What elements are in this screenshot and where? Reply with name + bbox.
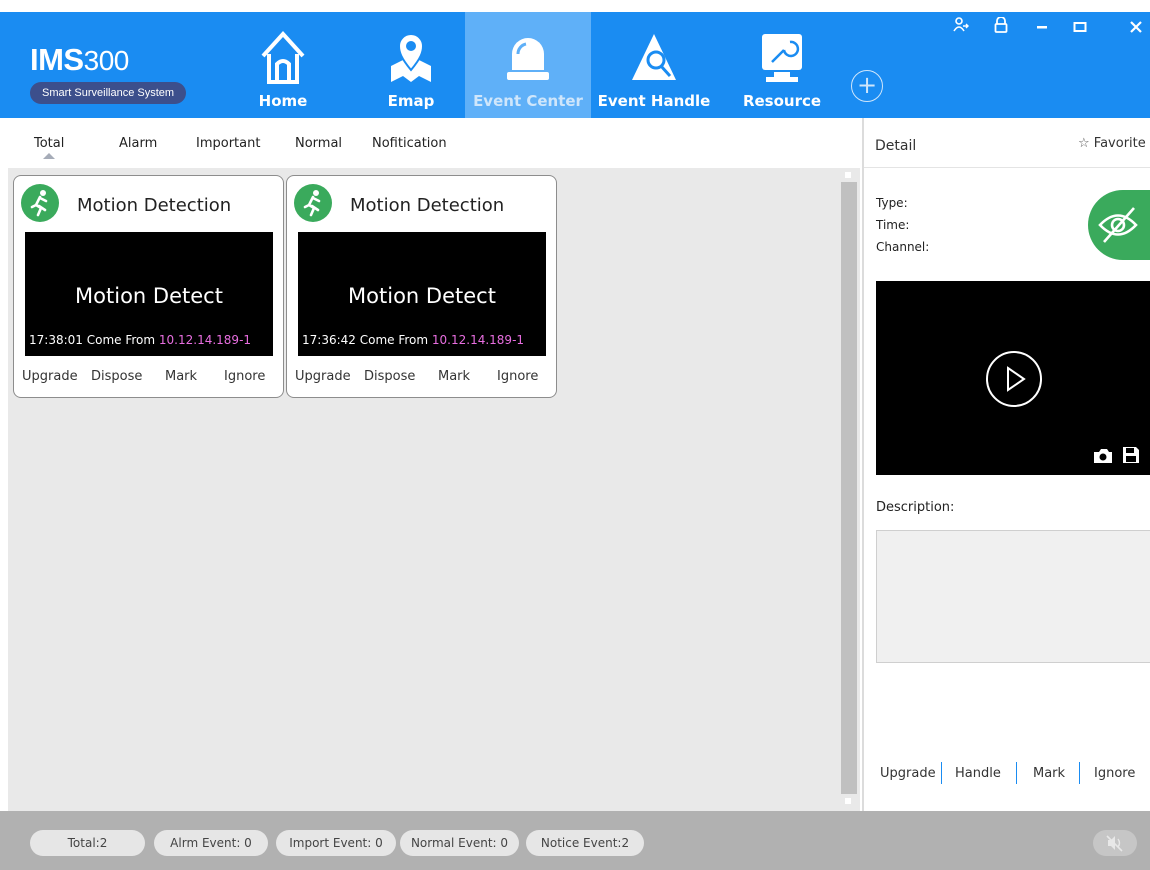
nav-emap[interactable]: Emap bbox=[366, 12, 456, 118]
detail-mark-button[interactable]: Mark bbox=[1033, 766, 1065, 781]
play-icon[interactable] bbox=[984, 349, 1044, 409]
channel-label: Channel: bbox=[876, 240, 930, 254]
detail-title: Detail bbox=[875, 138, 917, 154]
ignore-button[interactable]: Ignore bbox=[497, 369, 538, 384]
snapshot-caption: Motion Detect bbox=[348, 284, 496, 308]
mute-speaker-icon[interactable] bbox=[1093, 830, 1137, 856]
logo-subtitle: Smart Surveillance System bbox=[30, 82, 187, 104]
nav-emap-label: Emap bbox=[387, 92, 435, 110]
scroll-down-arrow[interactable] bbox=[845, 798, 851, 804]
snapshot-footer: 17:38:01 Come From 10.12.14.189-1 bbox=[29, 333, 251, 347]
action-separator bbox=[1079, 762, 1080, 784]
map-icon bbox=[391, 33, 431, 82]
favorite-label: Favorite bbox=[1093, 136, 1146, 151]
nav-home[interactable]: Home bbox=[238, 12, 328, 118]
dispose-button[interactable]: Dispose bbox=[364, 369, 415, 384]
detail-panel: Detail ☆ Favorite Type: Time: Channel: D… bbox=[862, 118, 1150, 811]
type-label: Type: bbox=[876, 196, 908, 210]
event-card[interactable]: Motion Detection Motion Detect 17:38:01 … bbox=[13, 175, 284, 398]
video-player[interactable] bbox=[876, 281, 1150, 475]
nav-resource-label: Resource bbox=[742, 92, 822, 110]
notice-count-badge: Notice Event:2 bbox=[526, 830, 644, 856]
detail-ignore-button[interactable]: Ignore bbox=[1094, 766, 1135, 781]
ignore-button[interactable]: Ignore bbox=[224, 369, 265, 384]
event-time: 17:38:01 bbox=[29, 333, 83, 347]
app-logo: IMS300 Smart Surveillance System bbox=[30, 42, 202, 104]
event-title: Motion Detection bbox=[77, 195, 232, 216]
tab-normal[interactable]: Normal bbox=[295, 136, 342, 151]
minimize-icon[interactable] bbox=[1030, 16, 1054, 40]
camera-icon[interactable] bbox=[1092, 447, 1114, 465]
snapshot-footer: 17:36:42 Come From 10.12.14.189-1 bbox=[302, 333, 524, 347]
come-from-label: Come From bbox=[359, 333, 429, 347]
maximize-icon[interactable] bbox=[1068, 16, 1092, 40]
total-count-badge: Total:2 bbox=[30, 830, 145, 856]
favorite-button[interactable]: ☆ Favorite bbox=[1078, 136, 1146, 151]
save-icon[interactable] bbox=[1122, 446, 1140, 464]
detail-upgrade-button[interactable]: Upgrade bbox=[880, 766, 936, 781]
action-separator bbox=[941, 762, 942, 784]
event-filter-tabs: Total Alarm Important Normal Nofiticatio… bbox=[0, 118, 862, 168]
alarm-bell-icon bbox=[507, 38, 549, 80]
logo-title-text: IMS bbox=[30, 42, 84, 77]
eye-slash-icon[interactable] bbox=[1088, 190, 1150, 260]
event-card[interactable]: Motion Detection Motion Detect 17:36:42 … bbox=[286, 175, 557, 398]
event-snapshot[interactable]: Motion Detect 17:36:42 Come From 10.12.1… bbox=[298, 232, 546, 356]
event-snapshot[interactable]: Motion Detect 17:38:01 Come From 10.12.1… bbox=[25, 232, 273, 356]
tab-total[interactable]: Total bbox=[34, 136, 64, 151]
snapshot-caption: Motion Detect bbox=[75, 284, 223, 308]
come-from-label: Come From bbox=[86, 333, 156, 347]
upgrade-button[interactable]: Upgrade bbox=[295, 369, 351, 384]
action-separator bbox=[1016, 762, 1017, 784]
mark-button[interactable]: Mark bbox=[438, 369, 470, 384]
time-label: Time: bbox=[876, 218, 910, 232]
logo-title-number: 300 bbox=[83, 45, 130, 76]
selected-tab-caret bbox=[43, 153, 55, 159]
description-field[interactable] bbox=[876, 530, 1150, 663]
app-window: IMS300 Smart Surveillance System Home Em… bbox=[0, 0, 1150, 870]
detail-header: Detail ☆ Favorite bbox=[864, 118, 1150, 168]
description-label: Description: bbox=[876, 500, 955, 515]
tab-alarm[interactable]: Alarm bbox=[119, 136, 157, 151]
mark-button[interactable]: Mark bbox=[165, 369, 197, 384]
nav-resource[interactable]: Resource bbox=[730, 12, 834, 118]
detail-handle-button[interactable]: Handle bbox=[955, 766, 1001, 781]
dispose-button[interactable]: Dispose bbox=[91, 369, 142, 384]
tab-notification[interactable]: Nofitication bbox=[372, 136, 447, 151]
logo-title: IMS300 bbox=[30, 42, 202, 78]
home-icon bbox=[261, 31, 305, 84]
nav-event-handle-label: Event Handle bbox=[597, 92, 711, 110]
nav-home-label: Home bbox=[258, 92, 308, 110]
nav-event-center[interactable]: Event Center bbox=[465, 12, 591, 118]
scrollbar-thumb[interactable] bbox=[841, 182, 857, 794]
normal-count-badge: Normal Event: 0 bbox=[400, 830, 519, 856]
running-person-icon bbox=[294, 184, 332, 222]
alarm-count-badge: Alrm Event: 0 bbox=[154, 830, 268, 856]
lock-icon[interactable] bbox=[989, 16, 1013, 40]
status-bar: Total:2 Alrm Event: 0 Import Event: 0 No… bbox=[0, 811, 1150, 870]
plus-circle-icon[interactable]: + bbox=[851, 70, 883, 102]
nav-event-handle[interactable]: Event Handle bbox=[596, 12, 712, 118]
important-count-badge: Import Event: 0 bbox=[276, 830, 396, 856]
scroll-up-arrow[interactable] bbox=[845, 172, 851, 178]
wrench-monitor-icon bbox=[762, 34, 802, 82]
event-source: 10.12.14.189-1 bbox=[158, 333, 252, 347]
event-source: 10.12.14.189-1 bbox=[431, 333, 525, 347]
nav-event-center-label: Event Center bbox=[473, 92, 583, 110]
tab-important[interactable]: Important bbox=[196, 136, 260, 151]
close-icon[interactable] bbox=[1124, 16, 1148, 40]
top-toolbar: IMS300 Smart Surveillance System Home Em… bbox=[0, 12, 1150, 118]
user-switch-icon[interactable] bbox=[949, 16, 973, 40]
event-time: 17:36:42 bbox=[302, 333, 356, 347]
event-title: Motion Detection bbox=[350, 195, 505, 216]
warning-search-icon bbox=[632, 34, 676, 80]
star-icon: ☆ bbox=[1078, 136, 1090, 151]
running-person-icon bbox=[21, 184, 59, 222]
upgrade-button[interactable]: Upgrade bbox=[22, 369, 78, 384]
